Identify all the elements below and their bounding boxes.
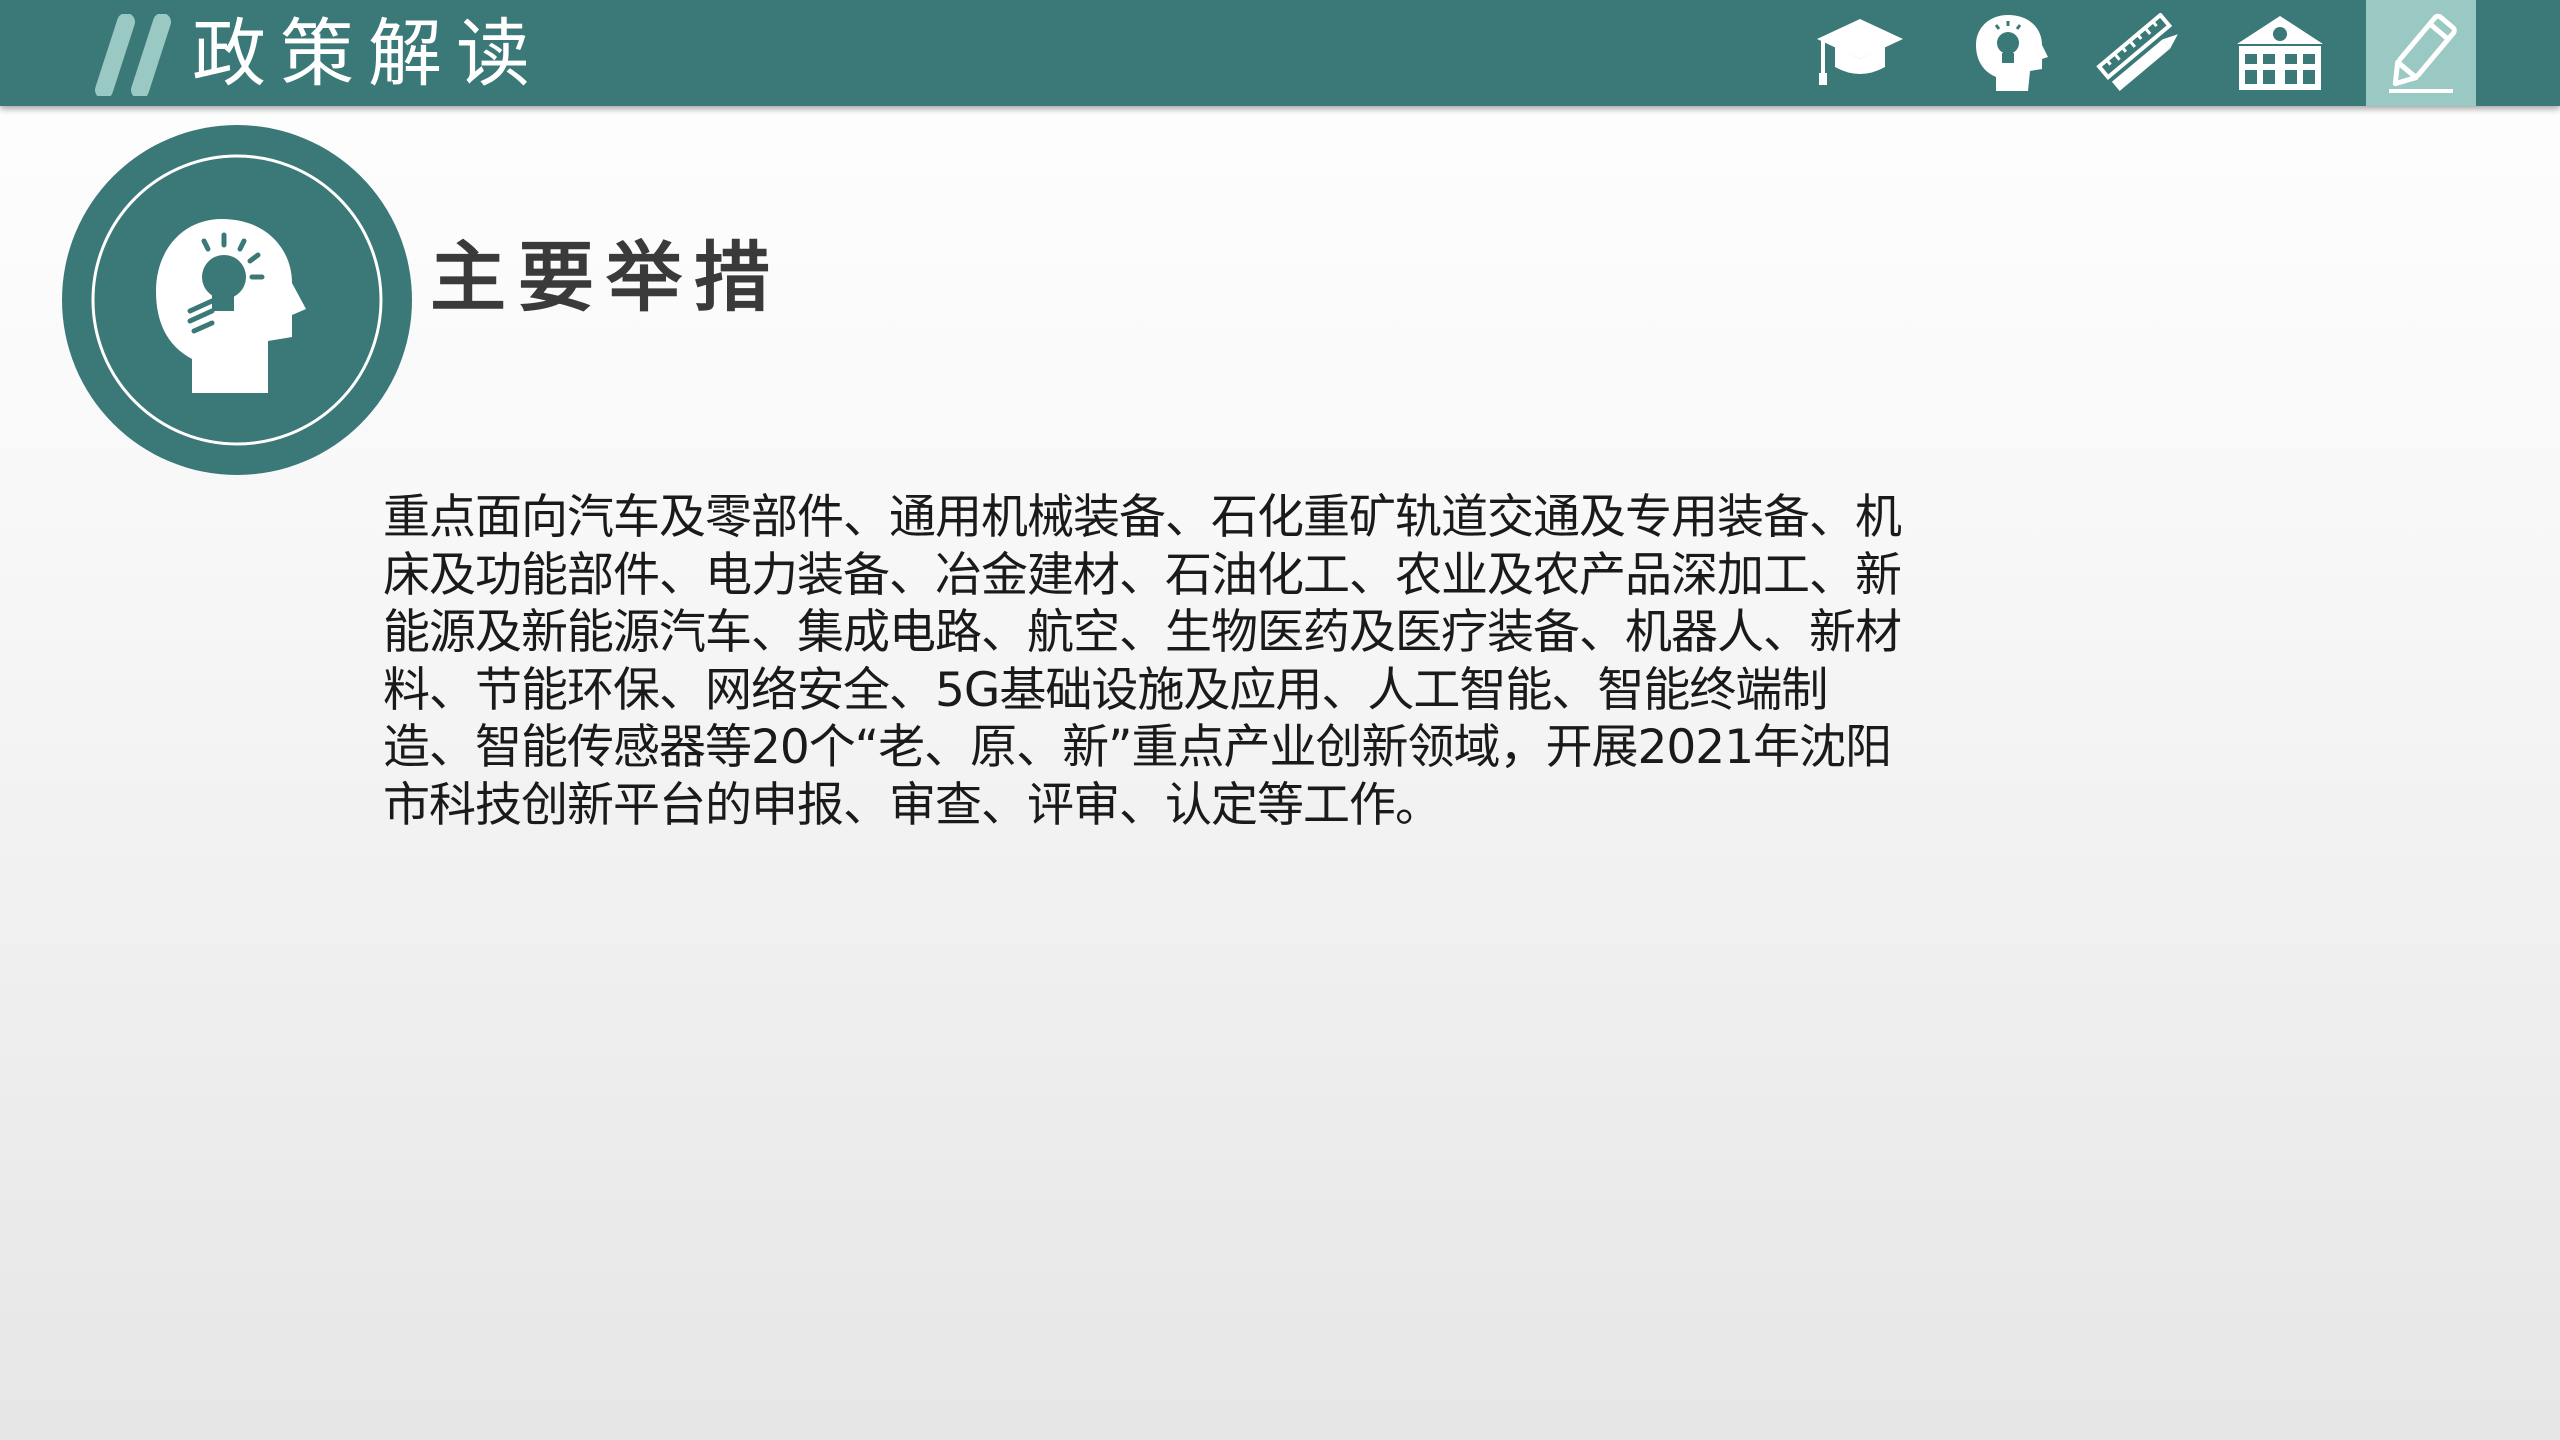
section-title: 主要举措: [430, 233, 782, 322]
nav-pencil-active[interactable]: [2366, 0, 2476, 106]
nav-graduation-cap[interactable]: [1810, 0, 1910, 106]
nav-lightbulb-head[interactable]: [1960, 0, 2060, 106]
section-badge: [62, 125, 412, 475]
body-paragraph: 重点面向汽车及零部件、通用机械装备、石化重矿轨道交通及专用装备、机床及功能部件、…: [383, 490, 1902, 833]
nav-pencil-ruler[interactable]: [2090, 0, 2190, 106]
double-slash-icon: [95, 14, 171, 96]
pencil-ruler-icon: [2096, 13, 2178, 91]
nav-school-building[interactable]: [2230, 0, 2330, 106]
page-title: 政策解读: [192, 11, 544, 97]
graduation-cap-icon: [1817, 19, 1903, 85]
header-bar: 政策解读: [0, 0, 2560, 106]
lightbulb-head-icon: [1976, 15, 2048, 91]
pencil-icon: [2389, 13, 2457, 93]
school-building-icon: [2237, 16, 2323, 90]
